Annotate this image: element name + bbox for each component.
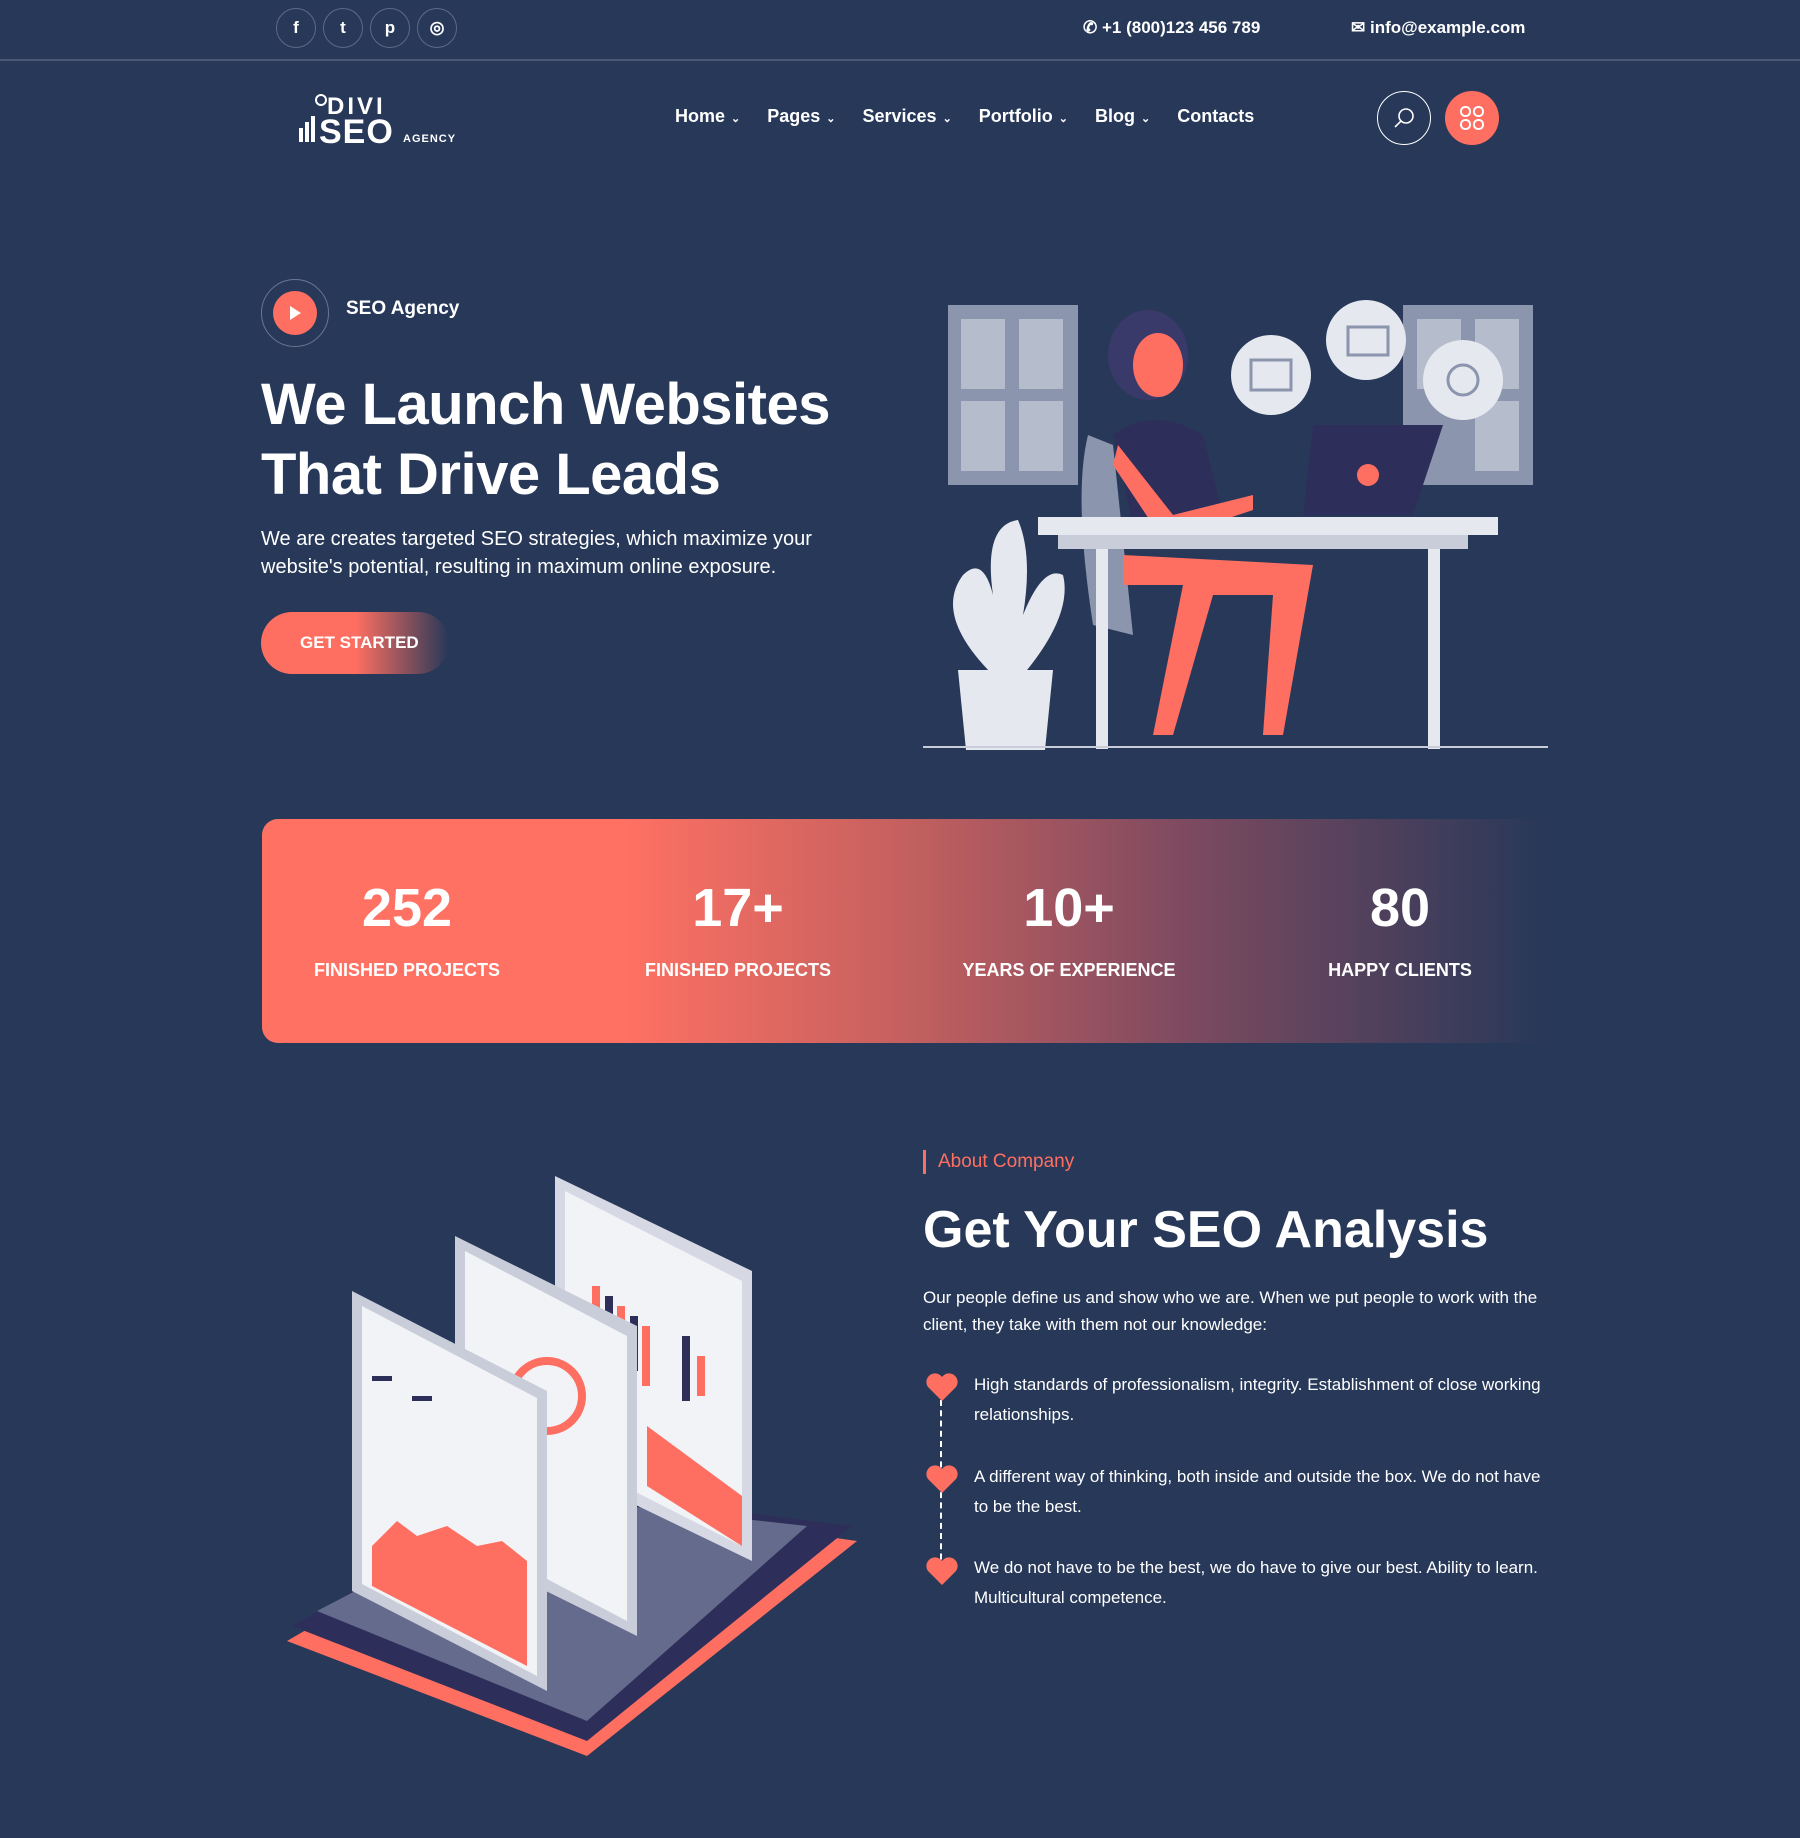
- about-text: Our people define us and show who we are…: [923, 1288, 1538, 1334]
- chevron-down-icon: ⌄: [731, 113, 741, 125]
- hero-tag: SEO Agency: [346, 298, 460, 319]
- stat-value: 17+: [692, 878, 784, 938]
- stat-item: 80 HAPPY CLIENTS: [1250, 876, 1550, 981]
- nav-blog[interactable]: Blog ⌄: [1095, 106, 1150, 127]
- heart-icon: [926, 1557, 958, 1585]
- play-button[interactable]: [261, 279, 329, 347]
- nav-pages[interactable]: Pages ⌄: [767, 106, 835, 127]
- search-icon: [1394, 108, 1414, 128]
- instagram-icon[interactable]: ◎: [417, 8, 457, 48]
- stat-item: 252 FINISHED PROJECTS: [257, 876, 557, 981]
- analytics-illustration: [287, 1176, 857, 1756]
- stats-band: 252 FINISHED PROJECTS 17+ FINISHED PROJECT…: [262, 819, 1547, 1043]
- heart-icon: [926, 1373, 958, 1401]
- stat-value: 10+: [1023, 878, 1115, 938]
- stat-label: FINISHED PROJECTS: [644, 960, 832, 980]
- about-bullet: High standards of professionalism, integ…: [974, 1375, 1541, 1424]
- hero-illustration: [923, 300, 1548, 750]
- pinterest-icon[interactable]: p: [370, 8, 410, 48]
- get-started-button[interactable]: GET STARTED: [261, 612, 449, 674]
- nav-portfolio[interactable]: Portfolio ⌄: [979, 106, 1068, 127]
- stat-value: 252: [361, 878, 453, 938]
- top-bar: [0, 0, 1800, 61]
- nav-home[interactable]: Home ⌄: [675, 106, 740, 127]
- svg-text:SEO: SEO: [319, 113, 394, 148]
- twitter-icon[interactable]: t: [323, 8, 363, 48]
- chevron-down-icon: ⌄: [826, 113, 836, 125]
- menu-grid-button[interactable]: [1445, 91, 1499, 145]
- mail-icon: ✉: [1351, 18, 1370, 37]
- grid-icon: [1460, 106, 1484, 130]
- nav-services[interactable]: Services ⌄: [863, 106, 952, 127]
- hero-title: We Launch Websites That Drive Leads: [261, 372, 831, 507]
- about-bullet: A different way of thinking, both inside…: [974, 1467, 1541, 1516]
- logo[interactable]: DIVI SEO AGENCY: [299, 92, 459, 151]
- stat-label: YEARS OF EXPERIENCE: [962, 960, 1176, 980]
- stat-item: 17+ FINISHED PROJECTS: [588, 876, 888, 981]
- main-nav: Home ⌄ Pages ⌄ Services ⌄ Portfolio ⌄ Blog ⌄ …: [675, 106, 1254, 127]
- heart-icon: [926, 1465, 958, 1493]
- stat-label: FINISHED PROJECTS: [313, 960, 501, 980]
- email-text: info@example.com: [1369, 18, 1526, 37]
- svg-text:AGENCY: AGENCY: [403, 133, 456, 145]
- stat-label: HAPPY CLIENTS: [1328, 960, 1472, 980]
- facebook-icon[interactable]: f: [276, 8, 316, 48]
- email-link[interactable]: ✉ info@example.com: [1351, 18, 1525, 38]
- about-title: Get Your SEO Analysis: [923, 1201, 1489, 1259]
- chevron-down-icon: ⌄: [942, 113, 952, 125]
- hero-text: We are creates targeted SEO strategies, …: [261, 528, 812, 578]
- stat-item: 10+ YEARS OF EXPERIENCE: [919, 876, 1219, 981]
- phone-text: +1 (800)123 456 789: [1101, 18, 1261, 37]
- about-label: About Company: [923, 1150, 1074, 1174]
- logo-mark: DIVI SEO AGENCY: [299, 93, 456, 151]
- search-button[interactable]: [1377, 91, 1431, 145]
- phone-icon: ✆: [1083, 18, 1102, 37]
- chevron-down-icon: ⌄: [1141, 113, 1151, 125]
- phone-link[interactable]: ✆ +1 (800)123 456 789: [1083, 18, 1260, 38]
- stat-value: 80: [1369, 878, 1431, 938]
- chevron-down-icon: ⌄: [1058, 113, 1069, 125]
- play-icon: [290, 306, 301, 320]
- nav-contacts[interactable]: Contacts: [1177, 106, 1254, 127]
- about-bullet: We do not have to be the best, we do hav…: [974, 1558, 1538, 1607]
